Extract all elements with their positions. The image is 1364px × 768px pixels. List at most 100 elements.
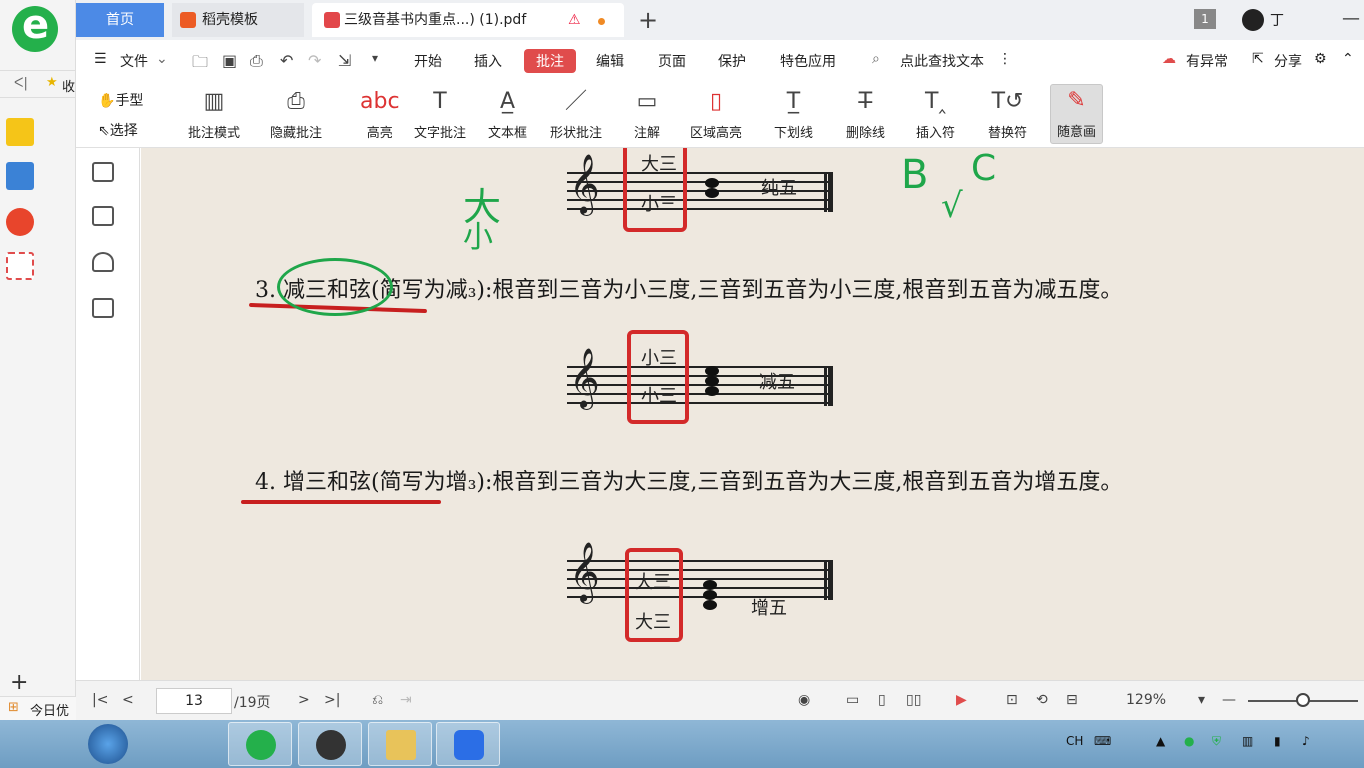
ime-indicator[interactable]: CH xyxy=(1066,734,1083,748)
undo-icon[interactable]: ↶ xyxy=(280,51,293,70)
tab-home[interactable]: 首页 xyxy=(76,3,164,37)
menu-page[interactable]: 页面 xyxy=(658,51,686,71)
forward-icon[interactable]: ⇥ xyxy=(400,692,412,708)
prev-page-icon[interactable]: < xyxy=(122,692,134,708)
thumbnail-icon[interactable] xyxy=(92,206,114,226)
favorites-label[interactable]: 收 xyxy=(62,76,75,95)
avatar[interactable] xyxy=(1242,9,1264,31)
underline-button[interactable]: T̲ 下划线 xyxy=(774,86,813,141)
double-page-icon[interactable]: ▯▯ xyxy=(906,692,921,708)
select-tool[interactable]: ⇖选择 xyxy=(98,120,138,140)
save-icon[interactable]: ▣ xyxy=(222,51,237,70)
actual-size-icon[interactable]: ⊡ xyxy=(1006,692,1018,708)
exception-button[interactable]: 有异常 xyxy=(1186,51,1228,71)
shield-icon[interactable]: ⛨ xyxy=(1212,734,1221,749)
today-deals[interactable]: ⊞ 今日优 xyxy=(0,696,76,720)
collapse-ribbon-icon[interactable]: ⌃ xyxy=(1342,51,1354,67)
last-page-icon[interactable]: >| xyxy=(324,692,340,708)
favorites-star-icon[interactable] xyxy=(6,118,34,146)
redo-icon[interactable]: ↷ xyxy=(308,51,321,70)
collapse-icon[interactable]: ᐸ| xyxy=(14,76,28,91)
reader-icon[interactable] xyxy=(6,162,34,190)
button-label: 文本框 xyxy=(488,126,528,141)
more-icon[interactable]: ▾ xyxy=(372,51,378,65)
outline-icon[interactable] xyxy=(92,162,114,182)
eye-protect-icon[interactable]: ◉ xyxy=(798,692,810,708)
strikethrough-button[interactable]: T̶ 删除线 xyxy=(846,86,885,141)
cursor-icon: ⇖ xyxy=(98,123,110,139)
weibo-icon[interactable] xyxy=(6,208,34,236)
note-head xyxy=(703,580,717,590)
textbox-button[interactable]: A̲ 文本框 xyxy=(488,86,527,141)
mail-icon[interactable] xyxy=(6,252,34,280)
window-count-badge[interactable]: 1 xyxy=(1194,9,1216,29)
continuous-page-icon[interactable]: ▯ xyxy=(878,692,886,708)
zoom-level[interactable]: 129% xyxy=(1126,692,1166,708)
device-icon[interactable]: ▥ xyxy=(1242,734,1253,748)
insert-caret-button[interactable]: T‸ 插入符 xyxy=(916,86,955,141)
menu-annotate[interactable]: 批注 xyxy=(524,49,576,73)
gear-icon[interactable]: ⚙ xyxy=(1314,51,1327,67)
replace-button[interactable]: T↺ 替换符 xyxy=(988,86,1027,141)
button-label: 随意画 xyxy=(1057,125,1097,140)
hide-annotations-button[interactable]: ⎙ 隐藏批注 xyxy=(270,86,322,141)
minimize-icon[interactable]: — xyxy=(1342,8,1360,29)
area-highlight-button[interactable]: ▯ 区域高亮 xyxy=(690,86,742,141)
annotation-mode-button[interactable]: ▥ 批注模式 xyxy=(188,86,240,141)
play-icon[interactable]: ▶ xyxy=(956,692,967,708)
search-icon: ⌕ xyxy=(872,51,880,67)
tab-template[interactable]: 稻壳模板 xyxy=(172,3,304,37)
zoom-out-icon[interactable]: — xyxy=(1222,692,1236,708)
fit-page-icon[interactable]: ⟲ xyxy=(1036,692,1048,708)
unsaved-dot-icon[interactable] xyxy=(598,18,605,25)
open-folder-icon[interactable]: 🗀 xyxy=(192,51,208,78)
menu-special[interactable]: 特色应用 xyxy=(780,51,836,71)
hamburger-icon[interactable]: ☰ xyxy=(94,51,107,67)
taskbar-explorer[interactable] xyxy=(368,722,432,766)
browser-tray-icon[interactable]: ● xyxy=(1184,734,1194,748)
menu-file[interactable]: 文件 xyxy=(120,51,148,71)
page-number-input[interactable]: 13 xyxy=(156,688,232,714)
text-annotation-button[interactable]: T 文字批注 xyxy=(414,86,466,141)
show-hidden-icon[interactable]: ▲ xyxy=(1156,734,1165,748)
menu-protect[interactable]: 保护 xyxy=(718,51,746,71)
export-icon[interactable]: ⇲ xyxy=(338,51,351,70)
single-page-icon[interactable]: ▭ xyxy=(846,692,859,708)
chevron-down-icon[interactable]: ⌄ xyxy=(156,51,168,67)
user-name[interactable]: 丁 xyxy=(1270,10,1284,30)
menu-start[interactable]: 开始 xyxy=(414,51,442,71)
pdf-page[interactable]: 𝄞 大三 小三 纯五 大 小 B C √ 3. 减三和弦(简写为减₃):根音到三… xyxy=(141,148,1364,680)
bookmark-icon[interactable] xyxy=(92,252,114,272)
zoom-slider-handle[interactable] xyxy=(1296,693,1310,707)
shape-annotation-button[interactable]: ／ 形状批注 xyxy=(550,86,602,141)
taskbar-wps[interactable] xyxy=(436,722,500,766)
start-button[interactable] xyxy=(88,724,128,764)
network-icon[interactable]: ▮ xyxy=(1274,734,1281,748)
taskbar-browser[interactable] xyxy=(228,722,292,766)
menu-insert[interactable]: 插入 xyxy=(474,51,502,71)
interval-label: 减五 xyxy=(759,372,795,393)
taskbar-obs[interactable] xyxy=(298,722,362,766)
back-icon[interactable]: ⎌ xyxy=(372,692,383,708)
fit-width-icon[interactable]: ⊟ xyxy=(1066,692,1078,708)
share-button[interactable]: 分享 xyxy=(1274,51,1302,71)
annotation-list-icon[interactable] xyxy=(92,298,114,318)
new-tab-icon[interactable]: + xyxy=(638,6,658,34)
print-icon[interactable]: ⎙ xyxy=(250,51,263,71)
tab-pdf-document[interactable]: 三级音基书内重点...) (1).pdf ⚠ xyxy=(312,3,624,37)
zoom-dropdown-icon[interactable]: ▾ xyxy=(1198,692,1205,708)
highlight-button[interactable]: abc 高亮 xyxy=(360,86,400,141)
zoom-slider[interactable] xyxy=(1248,693,1358,707)
next-page-icon[interactable]: > xyxy=(298,692,310,708)
hand-tool[interactable]: ✋手型 xyxy=(98,90,143,110)
add-icon[interactable]: + xyxy=(10,670,28,695)
more-options-icon[interactable]: ⋮ xyxy=(998,51,1012,67)
first-page-icon[interactable]: |< xyxy=(92,692,108,708)
pen-icon: ✎ xyxy=(1067,88,1086,113)
volume-icon[interactable]: ♪ xyxy=(1302,734,1310,748)
search-text[interactable]: 点此查找文本 xyxy=(900,51,984,71)
note-button[interactable]: ▭ 注解 xyxy=(634,86,660,141)
menu-edit[interactable]: 编辑 xyxy=(596,51,624,71)
freehand-draw-button[interactable]: ✎ 随意画 xyxy=(1050,84,1104,144)
keyboard-icon[interactable]: ⌨ xyxy=(1094,734,1111,748)
